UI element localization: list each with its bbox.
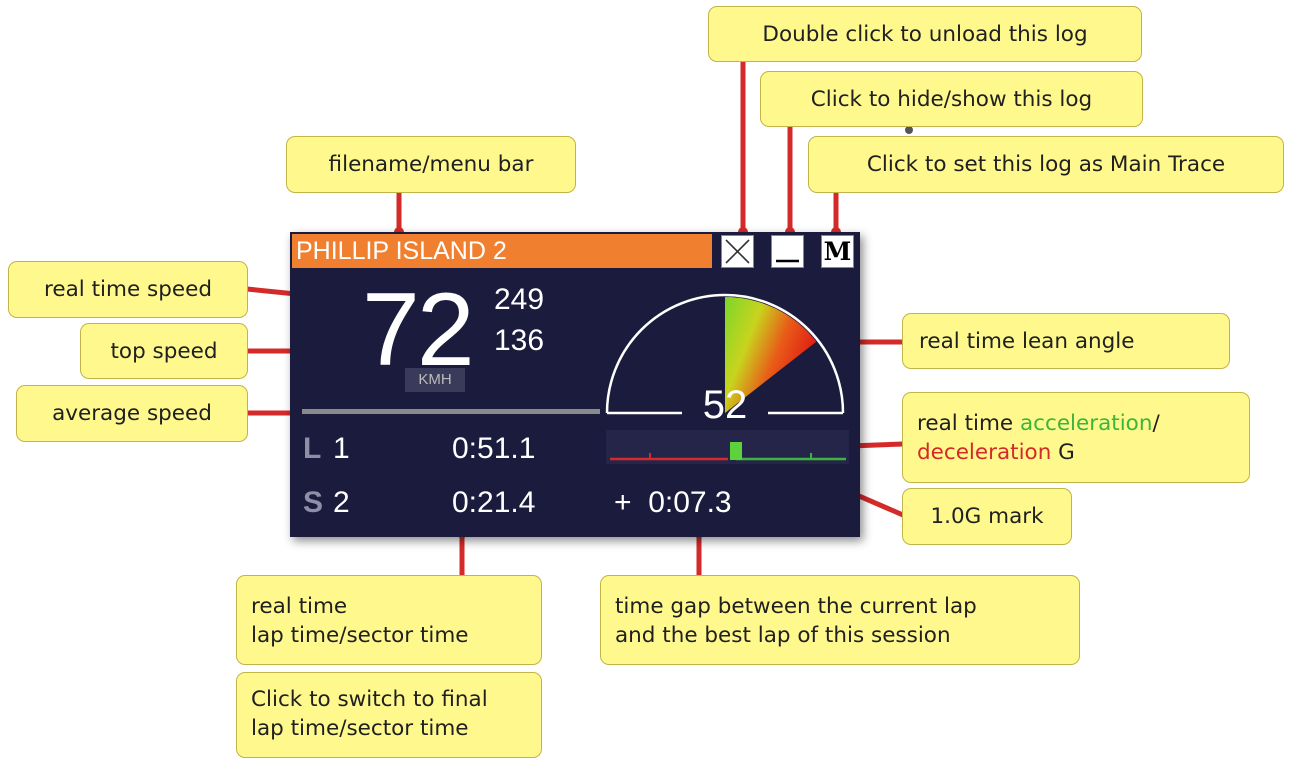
callout-laptime: real time lap time/sector time xyxy=(236,575,542,665)
sector-time[interactable]: 0:21.4 xyxy=(452,486,535,520)
speed-unit: KMH xyxy=(405,368,465,392)
callout-top-speed: top speed xyxy=(80,323,248,379)
callout-gap-line2: and the best lap of this session xyxy=(615,623,951,648)
callout-g-mark: 1.0G mark xyxy=(902,488,1072,545)
filename-menu-bar[interactable]: PHILLIP ISLAND 2 xyxy=(292,234,712,268)
callout-laptime-line2: lap time/sector time xyxy=(251,623,469,648)
callout-unload: Double click to unload this log xyxy=(708,6,1142,62)
callout-switch-line1: Click to switch to final xyxy=(251,687,488,712)
time-gap: + 0:07.3 xyxy=(614,486,732,519)
callout-switch-final: Click to switch to final lap time/sector… xyxy=(236,672,542,758)
callout-realtime-speed: real time speed xyxy=(8,261,248,318)
lap-label: L xyxy=(303,432,322,465)
set-main-trace-button[interactable]: M xyxy=(821,235,854,268)
callout-average-speed: average speed xyxy=(16,385,248,442)
callout-accel-decel: real time acceleration/ deceleration G xyxy=(902,392,1250,483)
top-speed: 249 xyxy=(494,283,545,316)
average-speed: 136 xyxy=(494,324,545,357)
lap-time[interactable]: 0:51.1 xyxy=(452,432,535,466)
callout-accel-line2: deceleration G xyxy=(917,440,1075,465)
g-indicator xyxy=(730,442,742,460)
lap-number: 1 xyxy=(333,432,350,465)
sector-number: 2 xyxy=(333,486,350,519)
g-meter xyxy=(606,430,849,464)
callout-lean-angle: real time lean angle xyxy=(902,313,1230,369)
minimize-icon xyxy=(776,259,799,263)
log-widget: PHILLIP ISLAND 2 M 72 249 136 KMH 52 L 1… xyxy=(290,232,860,537)
callout-gap-line1: time gap between the current lap xyxy=(615,594,977,619)
callout-accel-line1: real time acceleration/ xyxy=(917,411,1160,436)
callout-filename: filename/menu bar xyxy=(286,136,576,193)
callout-main-trace: Click to set this log as Main Trace xyxy=(808,136,1284,193)
sector-label: S xyxy=(303,486,324,519)
callout-switch-line2: lap time/sector time xyxy=(251,716,469,741)
close-icon xyxy=(725,239,750,264)
callout-laptime-line1: real time xyxy=(251,594,348,619)
unload-log-button[interactable] xyxy=(721,235,754,268)
realtime-speed: 72 xyxy=(362,272,475,388)
hide-show-log-button[interactable] xyxy=(771,235,804,268)
callout-hide-show: Click to hide/show this log xyxy=(760,71,1143,127)
callout-gap: time gap between the current lap and the… xyxy=(600,575,1080,665)
speed-bar xyxy=(302,409,600,414)
lean-angle-value: 52 xyxy=(703,383,748,427)
